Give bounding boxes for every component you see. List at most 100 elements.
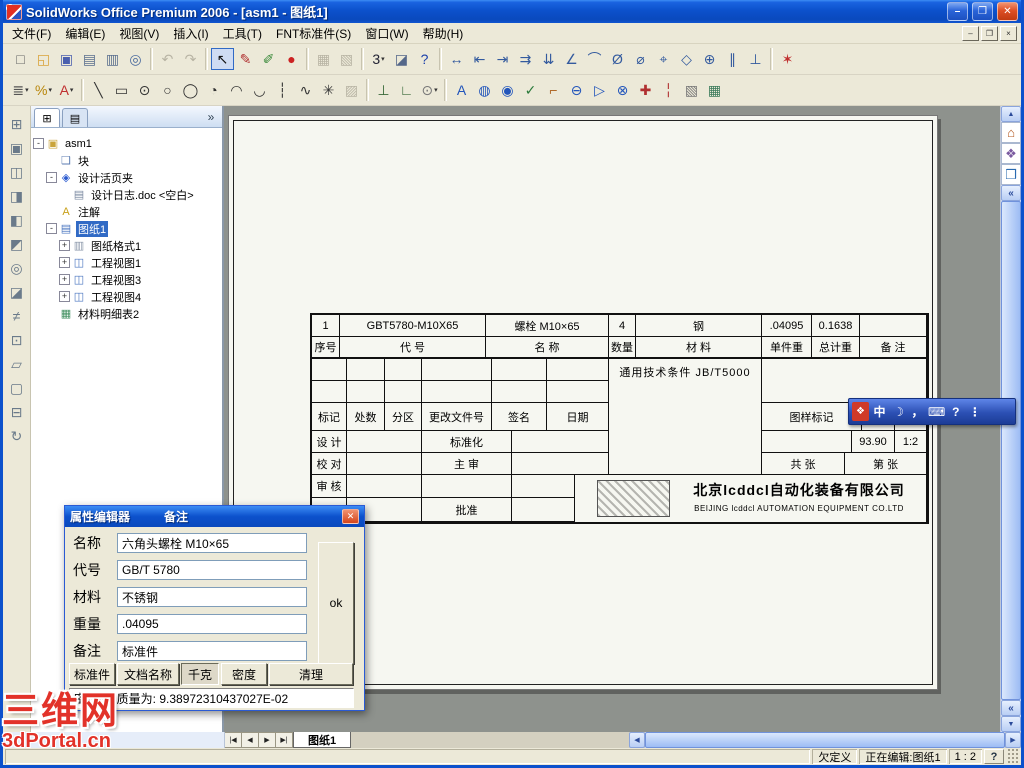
diameter-dimension-button[interactable]: Ø	[606, 48, 629, 70]
select-arrow-button[interactable]: ↖	[211, 48, 234, 70]
vertical-scroll-track[interactable]	[1001, 201, 1021, 700]
alternate-position-button[interactable]: ▱	[5, 352, 29, 375]
menu-item[interactable]: 帮助(H)	[416, 23, 471, 44]
tree-expander[interactable]: +	[59, 291, 70, 302]
ok-button[interactable]: ok	[318, 542, 354, 664]
tree-item-label[interactable]: 工程视图3	[89, 272, 143, 288]
close-icon[interactable]: ✕	[997, 2, 1018, 21]
perimeter-circle-button[interactable]: ○	[156, 79, 179, 101]
datum-feature2-button[interactable]: ▷	[588, 79, 611, 101]
line-format-combo[interactable]: %▾	[32, 79, 55, 101]
display-style-button[interactable]: ◪	[390, 48, 413, 70]
tree-item[interactable]: A注解	[31, 203, 222, 220]
material-field[interactable]	[117, 587, 307, 607]
print-preview-button[interactable]: ◎	[124, 48, 147, 70]
density-button[interactable]: 密度	[221, 663, 267, 685]
spline-button[interactable]: ∿	[294, 79, 317, 101]
file-explorer-icon[interactable]: ❒	[1001, 164, 1021, 185]
detail-view-button[interactable]: ◎	[5, 256, 29, 279]
tree-item-label[interactable]: 图纸格式1	[89, 238, 143, 254]
sheet-tab[interactable]: 图纸1	[293, 732, 351, 748]
hatch-button[interactable]: ▨	[340, 79, 363, 101]
kilogram-button[interactable]: 千克	[181, 663, 219, 685]
open-button[interactable]: ◱	[32, 48, 55, 70]
menu-item[interactable]: 文件(F)	[5, 23, 58, 44]
menu-item[interactable]: 视图(V)	[112, 23, 166, 44]
tree-expander[interactable]: -	[46, 223, 57, 234]
layer-properties-combo[interactable]: ≣▾	[9, 79, 32, 101]
scroll-down-icon[interactable]: ▼	[1001, 716, 1021, 732]
menu-item[interactable]: 工具(T)	[216, 23, 269, 44]
tree-expander[interactable]: -	[33, 138, 44, 149]
broken-out-section-button[interactable]: ◪	[5, 280, 29, 303]
tree-item-label[interactable]: 注解	[76, 204, 102, 220]
tree-item-label[interactable]: asm1	[63, 138, 94, 150]
tree-item[interactable]: ❑块	[31, 152, 222, 169]
tree-item[interactable]: -◈设计活页夹	[31, 169, 222, 186]
sketch-button[interactable]: ✎	[234, 48, 257, 70]
balloon-button[interactable]: ◍	[473, 79, 496, 101]
child-restore-icon[interactable]: ❐	[981, 26, 998, 41]
radius-dimension-button[interactable]: ⌀	[629, 48, 652, 70]
new-button[interactable]: □	[9, 48, 32, 70]
dialog-title-bar[interactable]: 属性编辑器 备注 ✕	[65, 506, 364, 527]
ime-help-icon[interactable]: ?	[947, 402, 964, 421]
customize-tool-button[interactable]: ✶	[776, 48, 799, 70]
vertical-dimension-button[interactable]: ⇥	[491, 48, 514, 70]
tree-item-label[interactable]: 工程视图1	[89, 255, 143, 271]
print-button[interactable]: ▤	[78, 48, 101, 70]
geometric-tolerance2-button[interactable]: ⊖	[565, 79, 588, 101]
sheet-nav-next-button[interactable]: ▶	[259, 732, 276, 748]
menu-item[interactable]: 插入(I)	[166, 23, 215, 44]
hole-callout-button[interactable]: ⌖	[652, 48, 675, 70]
tree-item-label[interactable]: 材料明细表2	[76, 306, 141, 322]
tree-expander[interactable]: -	[46, 172, 57, 183]
sheet-nav-first-button[interactable]: |◀	[225, 732, 242, 748]
sketch-3d-button[interactable]: ✐	[257, 48, 280, 70]
design-table-button[interactable]: ▦	[312, 48, 335, 70]
surface-finish-button[interactable]: ✓	[519, 79, 542, 101]
datum-target-button[interactable]: ⊗	[611, 79, 634, 101]
update-view-button[interactable]: ↻	[5, 424, 29, 447]
model-view-button[interactable]: ▣	[5, 136, 29, 159]
empty-view-button[interactable]: ▢	[5, 376, 29, 399]
rectangle-button[interactable]: ▭	[110, 79, 133, 101]
font-combo[interactable]: A▾	[55, 79, 78, 101]
vertical-scroll-thumb[interactable]	[1001, 201, 1021, 700]
tree-item[interactable]: +◫工程视图1	[31, 254, 222, 271]
tree-item[interactable]: -▣asm1	[31, 135, 222, 152]
line-button[interactable]: ╲	[87, 79, 110, 101]
bom-insert-button[interactable]: ▧	[335, 48, 358, 70]
geometric-tolerance-button[interactable]: ⊕	[698, 48, 721, 70]
tree-item[interactable]: -▤图纸1	[31, 220, 222, 237]
centerline-annotation-button[interactable]: ╎	[657, 79, 680, 101]
undo-button[interactable]: ↶	[156, 48, 179, 70]
home-icon[interactable]: ⌂	[1001, 122, 1021, 143]
menu-item[interactable]: 窗口(W)	[358, 23, 415, 44]
baseline-dimension-button[interactable]: ⇉	[514, 48, 537, 70]
scroll-right-icon[interactable]: ▶	[1005, 732, 1021, 748]
auto-balloon-button[interactable]: ◉	[496, 79, 519, 101]
partial-ellipse-button[interactable]: ◔	[202, 79, 225, 101]
restore-icon[interactable]: ❐	[972, 2, 993, 21]
minimize-icon[interactable]: –	[947, 2, 968, 21]
horizontal-scroll-track[interactable]	[645, 732, 1005, 748]
predefined-view-button[interactable]: ⊟	[5, 400, 29, 423]
sheet-nav-last-button[interactable]: ▶|	[276, 732, 293, 748]
ime-options-icon[interactable]: ⋮	[966, 402, 983, 421]
design-library-icon[interactable]: ❖	[1001, 143, 1021, 164]
weld-symbol-button[interactable]: ⌐	[542, 79, 565, 101]
child-close-icon[interactable]: ×	[1000, 26, 1017, 41]
three-point-arc-button[interactable]: ◡	[248, 79, 271, 101]
help-button[interactable]: ?	[413, 48, 436, 70]
menu-item[interactable]: 编辑(E)	[58, 23, 112, 44]
tree-item[interactable]: +◫工程视图3	[31, 271, 222, 288]
tree-item[interactable]: +▥图纸格式1	[31, 237, 222, 254]
horizontal-dimension-button[interactable]: ⇤	[468, 48, 491, 70]
aligned-section-view-button[interactable]: ◩	[5, 232, 29, 255]
horizontal-scrollbar[interactable]: ◀ ▶	[629, 732, 1021, 748]
scroll-left-icon[interactable]: ◀	[629, 732, 645, 748]
center-mark-button[interactable]: ✚	[634, 79, 657, 101]
tree-item[interactable]: ▤设计日志.doc <空白>	[31, 186, 222, 203]
save-button[interactable]: ▣	[55, 48, 78, 70]
